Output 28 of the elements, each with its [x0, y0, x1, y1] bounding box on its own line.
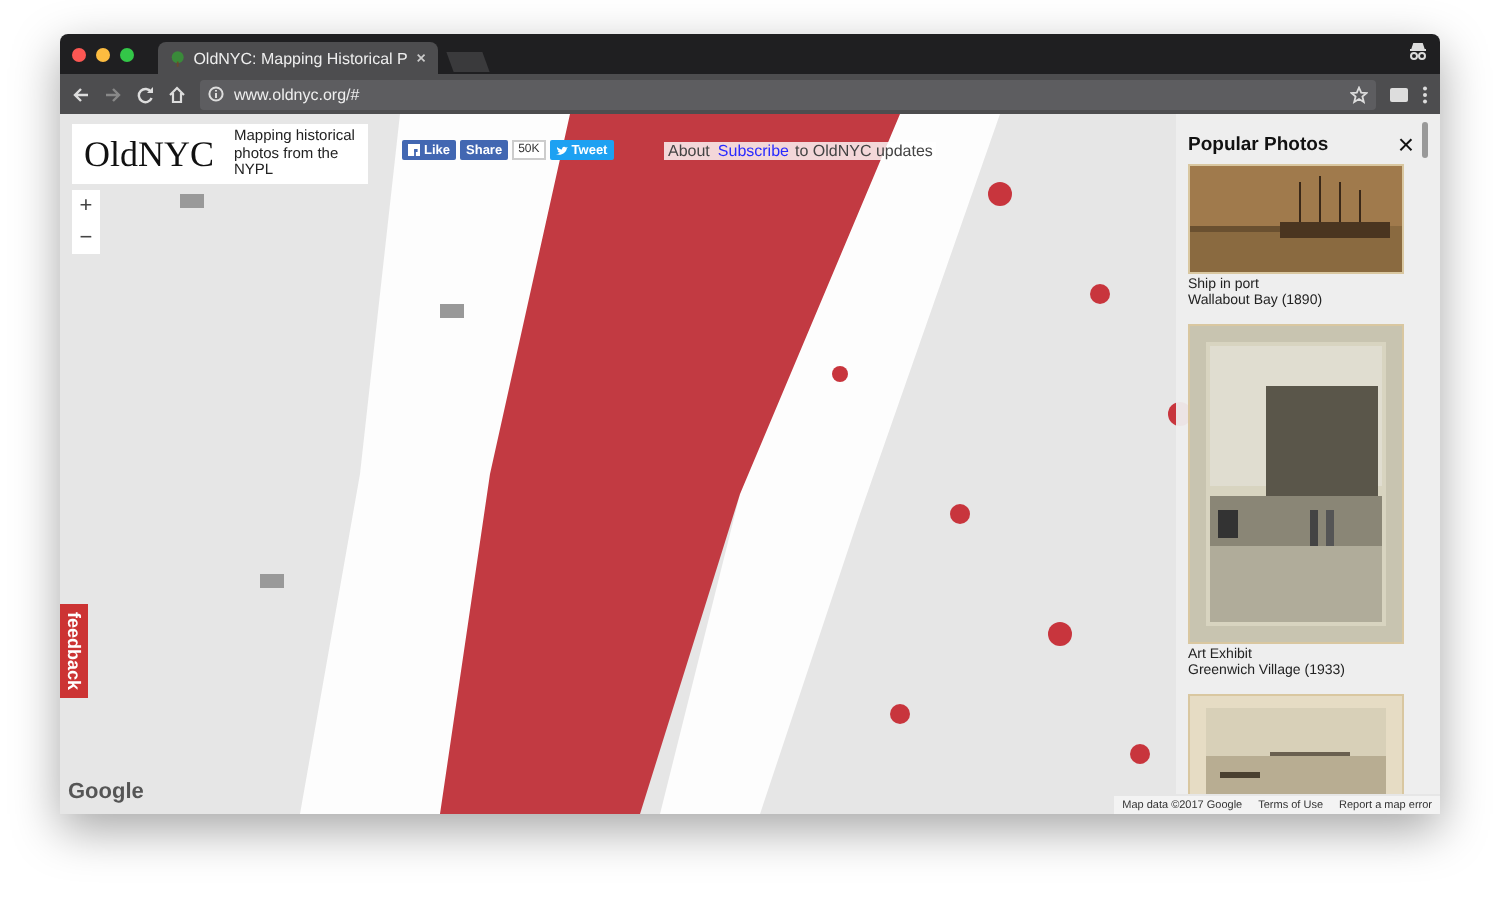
- tree-icon: [170, 49, 186, 67]
- tab-title: OldNYC: Mapping Historical P: [193, 49, 408, 67]
- url-text: www.oldnyc.org/#: [234, 85, 362, 103]
- facebook-icon: [408, 144, 420, 156]
- scrollbar[interactable]: [1422, 122, 1428, 158]
- minimize-window-button[interactable]: [96, 47, 110, 61]
- google-logo: Google: [68, 780, 144, 804]
- feedback-tab[interactable]: feedback: [60, 604, 88, 699]
- close-button[interactable]: ×: [1397, 130, 1414, 158]
- incognito-icon: [1408, 42, 1428, 60]
- info-icon: [208, 86, 224, 102]
- close-window-button[interactable]: [72, 47, 86, 61]
- bird-icon: [555, 145, 568, 155]
- extension-icon[interactable]: [1390, 87, 1408, 101]
- browser-tab[interactable]: OldNYC: Mapping Historical P: [158, 42, 438, 74]
- reload-icon[interactable]: [136, 85, 154, 103]
- back-icon[interactable]: [72, 85, 90, 103]
- close-icon[interactable]: [415, 52, 426, 64]
- sidebar-title: Popular Photos: [1188, 133, 1329, 155]
- subscribe-text: to OldNYC updates: [794, 142, 933, 160]
- subscribe-link[interactable]: Subscribe: [717, 142, 789, 160]
- site-logo[interactable]: OldNYC: [84, 133, 215, 175]
- home-icon[interactable]: [168, 85, 186, 103]
- star-icon[interactable]: [1350, 85, 1368, 103]
- address-bar[interactable]: www.oldnyc.org/#: [200, 79, 1376, 109]
- maximize-window-button[interactable]: [120, 47, 134, 61]
- about-link[interactable]: About: [668, 142, 710, 160]
- menu-icon[interactable]: [1422, 85, 1428, 103]
